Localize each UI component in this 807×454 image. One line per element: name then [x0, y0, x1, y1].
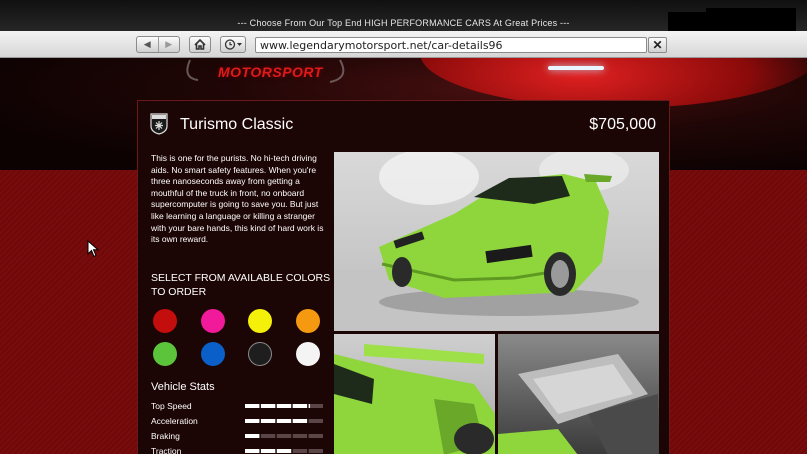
- color-swatch-pink[interactable]: [201, 309, 225, 333]
- clock-icon: [224, 39, 242, 50]
- stat-segment-fill: [276, 419, 292, 423]
- color-swatch-blue[interactable]: [201, 342, 225, 366]
- stat-bar: [245, 434, 323, 438]
- site-logo[interactable]: MOTORSPORT: [218, 64, 323, 80]
- stat-row: Top Speed: [151, 401, 326, 413]
- stat-segment-fill: [292, 419, 308, 423]
- color-swatch-green[interactable]: [153, 342, 177, 366]
- stat-segment-fill: [292, 404, 308, 408]
- stat-row: Acceleration: [151, 416, 326, 428]
- stat-segment-fill: [276, 449, 292, 453]
- stat-segment-fill: [260, 404, 276, 408]
- nav-button-group: ◀ ▶: [136, 36, 180, 53]
- home-icon: [194, 39, 206, 50]
- color-swatch-black[interactable]: [248, 342, 272, 366]
- car-name: Turismo Classic: [180, 116, 294, 133]
- stat-label: Braking: [151, 431, 180, 441]
- stat-segment-bg: [260, 434, 276, 438]
- browser-toolbar: ◀ ▶ www.legendarymotorsport.net/car-deta…: [0, 31, 807, 58]
- stat-segment-bg: [308, 449, 323, 453]
- stat-segment-bg: [308, 434, 323, 438]
- car-photo-engine[interactable]: [498, 334, 659, 454]
- stat-segment-fill: [245, 404, 260, 408]
- manufacturer-badge-icon: [150, 113, 168, 135]
- stat-segment-fill: [245, 449, 260, 453]
- title-bar: --- Choose From Our Top End HIGH PERFORM…: [0, 0, 807, 46]
- color-swatch-yellow[interactable]: [248, 309, 272, 333]
- car-front-image: [334, 152, 659, 331]
- close-icon[interactable]: ✕: [648, 37, 667, 53]
- back-arrow-icon[interactable]: ◀: [137, 37, 158, 52]
- stat-segment-bg: [292, 449, 308, 453]
- stat-label: Traction: [151, 446, 182, 454]
- url-input[interactable]: www.legendarymotorsport.net/car-details9…: [255, 37, 647, 53]
- vehicle-stats-title: Vehicle Stats: [151, 381, 215, 393]
- car-photo-main[interactable]: [334, 152, 659, 331]
- color-swatches: [153, 309, 325, 369]
- engine-image: [498, 354, 659, 454]
- color-swatch-orange[interactable]: [296, 309, 320, 333]
- stat-segment-fill: [260, 419, 276, 423]
- stat-segment-bg: [308, 404, 323, 408]
- stat-segment-fill: [245, 419, 260, 423]
- headlight-glow: [548, 66, 604, 70]
- stat-segment-bg: [308, 419, 323, 423]
- stat-label: Top Speed: [151, 401, 192, 411]
- color-swatch-red[interactable]: [153, 309, 177, 333]
- stat-segment-bg: [276, 434, 292, 438]
- stat-row: Traction: [151, 446, 326, 454]
- stat-bar: [245, 419, 323, 423]
- car-details-panel: Turismo Classic $705,000 This is one for…: [137, 100, 670, 454]
- car-rear-image: [334, 344, 495, 454]
- stat-bar: [245, 404, 323, 408]
- color-swatch-white[interactable]: [296, 342, 320, 366]
- stat-bar: [245, 449, 323, 453]
- car-price: $705,000: [589, 116, 656, 133]
- car-description: This is one for the purists. No hi-tech …: [151, 153, 324, 245]
- stat-segment-fill: [276, 404, 292, 408]
- mouse-cursor-icon: [87, 240, 99, 258]
- home-button[interactable]: [189, 36, 211, 53]
- stat-segment-fill: [245, 434, 260, 438]
- stat-segment-bg: [292, 434, 308, 438]
- stat-segment-fill: [260, 449, 276, 453]
- stat-row: Braking: [151, 431, 326, 443]
- car-photo-rear[interactable]: [334, 334, 495, 454]
- stat-label: Acceleration: [151, 416, 198, 426]
- stat-segment-fill: [308, 404, 311, 408]
- history-button[interactable]: [220, 36, 246, 53]
- forward-arrow-icon[interactable]: ▶: [157, 37, 180, 52]
- colors-heading: SELECT FROM AVAILABLE COLORS TO ORDER: [151, 272, 331, 298]
